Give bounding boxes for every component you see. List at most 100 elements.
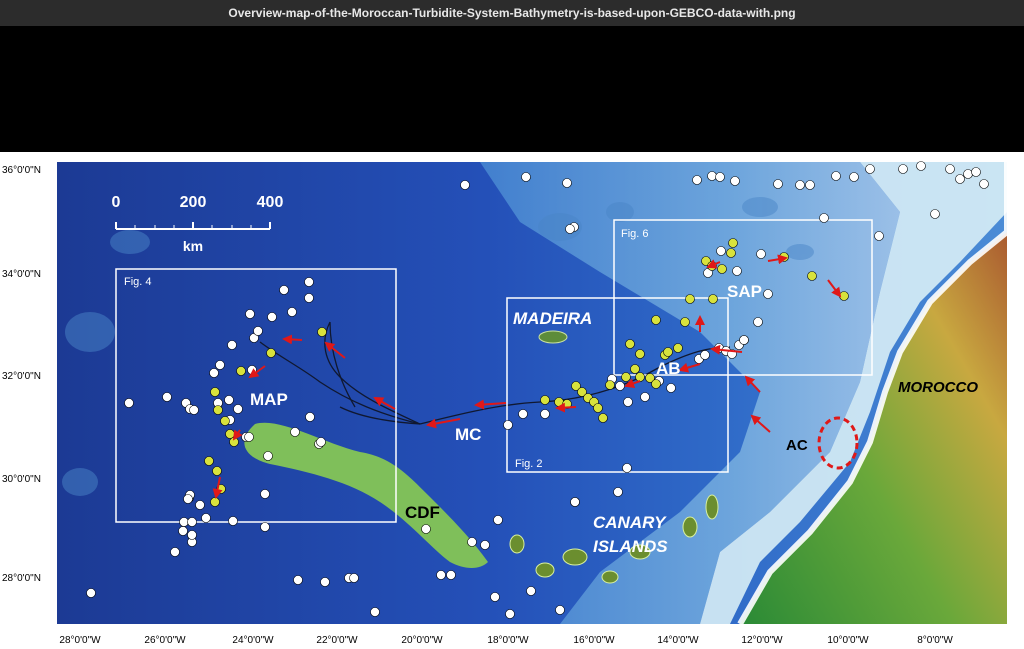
morocco-label: MOROCCO — [898, 379, 978, 396]
white-core-site — [370, 607, 380, 617]
yellow-core-site — [605, 380, 615, 390]
scale-tick-0: 0 — [112, 194, 121, 211]
white-core-site — [493, 515, 503, 525]
white-core-site — [215, 360, 225, 370]
white-core-site — [245, 309, 255, 319]
yellow-core-site — [630, 364, 640, 374]
white-core-site — [287, 307, 297, 317]
yellow-core-site — [839, 291, 849, 301]
white-core-site — [349, 573, 359, 583]
yellow-core-site — [807, 271, 817, 281]
white-core-site — [183, 494, 193, 504]
yellow-core-site — [663, 347, 673, 357]
white-core-site — [179, 517, 189, 527]
white-core-site — [707, 171, 717, 181]
white-core-site — [756, 249, 766, 259]
white-core-site — [753, 317, 763, 327]
white-core-site — [260, 489, 270, 499]
yellow-core-site — [673, 343, 683, 353]
fig6-label: Fig. 6 — [621, 228, 649, 240]
white-core-site — [293, 575, 303, 585]
white-core-site — [849, 172, 859, 182]
yellow-core-site — [685, 294, 695, 304]
fig2-label: Fig. 2 — [515, 458, 543, 470]
white-core-site — [716, 246, 726, 256]
map-label: MAP — [250, 390, 288, 409]
white-core-site — [874, 231, 884, 241]
black-band — [0, 26, 1024, 152]
yellow-core-site — [651, 315, 661, 325]
madeira-island — [538, 330, 568, 344]
white-core-site — [480, 540, 490, 550]
flow-arrow — [555, 402, 577, 413]
canary-label-2: ISLANDS — [593, 537, 668, 556]
yellow-core-site — [554, 397, 564, 407]
white-core-site — [555, 605, 565, 615]
yellow-core-site — [210, 387, 220, 397]
white-core-site — [518, 409, 528, 419]
lon-20: 20°0'0"W — [401, 635, 443, 646]
white-core-site — [263, 451, 273, 461]
white-core-site — [316, 437, 326, 447]
flow-arrow — [282, 334, 303, 345]
white-core-site — [700, 350, 710, 360]
white-core-site — [540, 409, 550, 419]
ac-label: AC — [786, 437, 808, 454]
white-core-site — [640, 392, 650, 402]
white-core-site — [692, 175, 702, 185]
yellow-core-site — [680, 317, 690, 327]
white-core-site — [945, 164, 955, 174]
yellow-core-site — [635, 372, 645, 382]
white-core-site — [732, 266, 742, 276]
white-core-site — [189, 405, 199, 415]
white-core-site — [178, 526, 188, 536]
white-core-site — [730, 176, 740, 186]
white-core-site — [615, 381, 625, 391]
yellow-core-site — [708, 294, 718, 304]
yellow-core-site — [317, 327, 327, 337]
canary-label-1: CANARY — [593, 513, 667, 532]
white-core-site — [124, 398, 134, 408]
lon-22: 22°0'0"W — [316, 635, 358, 646]
lon-16: 16°0'0"W — [573, 635, 615, 646]
white-core-site — [227, 340, 237, 350]
white-core-site — [831, 171, 841, 181]
scale-tick-200: 200 — [180, 194, 207, 211]
white-core-site — [971, 167, 981, 177]
white-core-site — [290, 427, 300, 437]
white-core-site — [304, 293, 314, 303]
white-core-site — [305, 412, 315, 422]
yellow-core-site — [220, 416, 230, 426]
white-core-site — [446, 570, 456, 580]
fig4-label: Fig. 4 — [124, 276, 152, 288]
white-core-site — [253, 326, 263, 336]
white-core-site — [963, 169, 973, 179]
lon-18: 18°0'0"W — [487, 635, 529, 646]
window-title: Overview-map-of-the-Moroccan-Turbidite-S… — [0, 0, 1024, 26]
white-core-site — [623, 397, 633, 407]
white-core-site — [86, 588, 96, 598]
white-core-site — [187, 517, 197, 527]
white-core-site — [320, 577, 330, 587]
yellow-core-site — [726, 248, 736, 258]
white-core-site — [224, 395, 234, 405]
lon-14: 14°0'0"W — [657, 635, 699, 646]
yellow-core-site — [779, 252, 789, 262]
white-core-site — [739, 335, 749, 345]
white-core-site — [505, 609, 515, 619]
yellow-core-site — [651, 379, 661, 389]
white-core-site — [565, 224, 575, 234]
white-core-site — [195, 500, 205, 510]
lon-26: 26°0'0"W — [144, 635, 186, 646]
white-core-site — [979, 179, 989, 189]
map-svg: Fig. 4 Fig. 6 Fig. 2 0 200 400 km MADEIR… — [2, 161, 1010, 646]
cdf-label: CDF — [405, 503, 440, 522]
yellow-core-site — [717, 264, 727, 274]
madeira-label: MADEIRA — [513, 309, 592, 328]
white-core-site — [503, 420, 513, 430]
yellow-core-site — [625, 339, 635, 349]
white-core-site — [773, 179, 783, 189]
white-core-site — [622, 463, 632, 473]
white-core-site — [267, 312, 277, 322]
yellow-core-site — [635, 349, 645, 359]
